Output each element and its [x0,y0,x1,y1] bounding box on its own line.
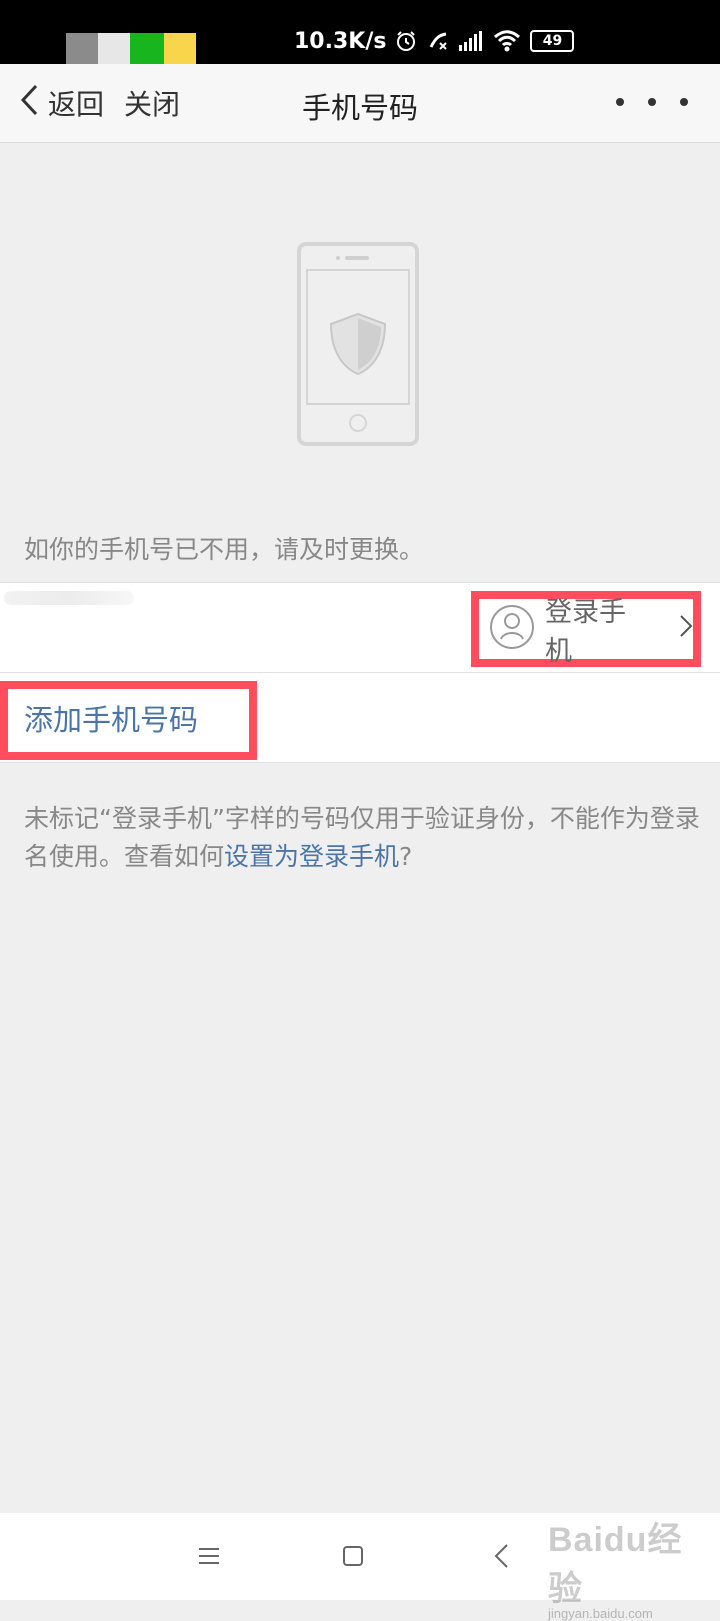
login-phone-highlight: 登录手机 [471,591,701,667]
home-icon[interactable] [338,1541,368,1571]
watermark-brand: Baidu经验 [548,1521,683,1608]
phone-number-row[interactable]: 登录手机 [0,582,720,673]
more-icon [680,98,688,106]
more-button[interactable] [616,91,688,113]
redacted-area [164,33,196,64]
watermark-url: jingyan.baidu.com [548,1606,653,1621]
more-icon [616,98,624,106]
menu-icon[interactable] [194,1541,224,1571]
set-login-phone-link[interactable]: 设置为登录手机 [224,842,399,871]
page-title: 手机号码 [301,91,418,125]
add-phone-row[interactable]: 添加手机号码 [0,672,720,763]
add-phone-highlight: 添加手机号码 [0,681,257,760]
network-speed: 10.3K/s [294,28,387,54]
redacted-area [66,33,98,64]
phone-usage-notice: 未标记“登录手机”字样的号码仅用于验证身份，不能作为登录名使用。查看如何设置为登… [24,800,704,876]
redacted-area [130,33,164,64]
alarm-icon [394,29,418,53]
call-off-icon [426,29,450,53]
phone-shield-illustration [297,242,419,448]
back-icon[interactable] [486,1541,516,1571]
battery-level: 49 [542,33,563,49]
status-indicators: 10.3K/s 49 [294,26,575,56]
status-bar: 10.3K/s 49 [0,0,720,64]
redacted-area [98,33,130,64]
wifi-icon [492,29,522,53]
battery-indicator: 49 [530,30,575,52]
blurred-phone-number [4,591,134,605]
signal-icon [458,30,484,52]
info-text: 如你的手机号已不用，请及时更换。 [24,535,425,564]
top-navigation: 返回 关闭 手机号码 [0,64,720,143]
baidu-watermark: Baidu经验 jingyan.baidu.com [548,1512,698,1621]
login-phone-item[interactable]: 登录手机 [489,597,693,667]
login-phone-label: 登录手机 [545,597,626,667]
shield-icon [329,312,387,376]
more-icon [648,98,656,106]
chevron-right-icon [679,614,693,645]
notice-suffix: ? [399,842,413,871]
add-phone-number-button[interactable]: 添加手机号码 [24,697,198,739]
user-icon [489,604,535,654]
